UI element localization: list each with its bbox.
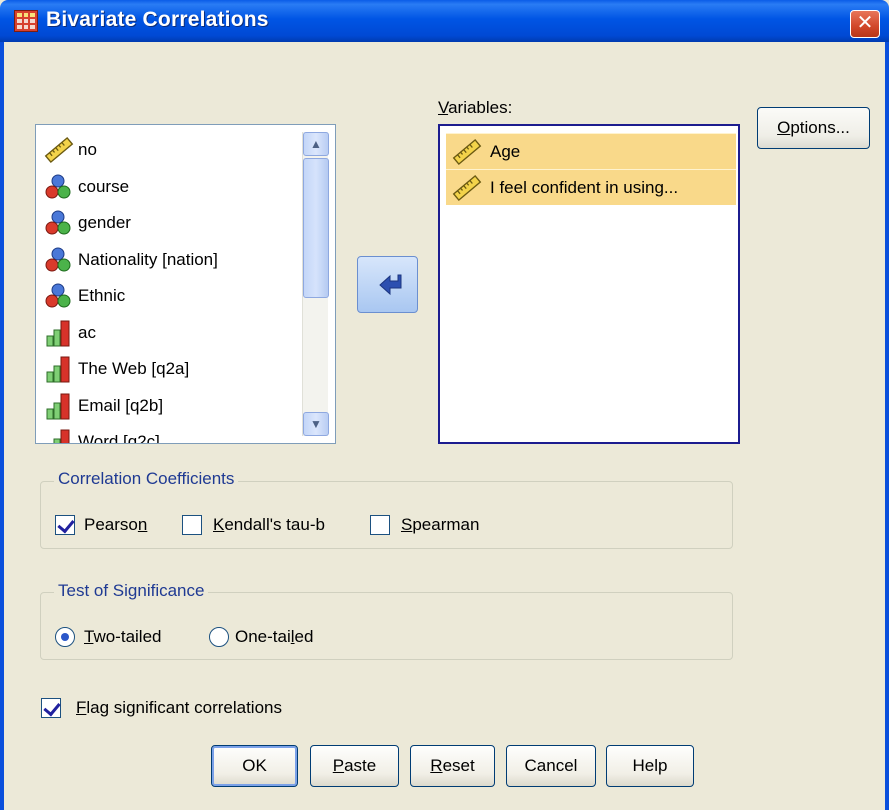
variables-list-item-label: Age — [490, 141, 521, 161]
help-button[interactable]: Help — [606, 745, 694, 787]
source-list-item[interactable]: ac — [44, 316, 302, 350]
cancel-button[interactable]: Cancel — [506, 745, 596, 787]
test-of-significance-title: Test of Significance — [54, 581, 209, 601]
variables-list-item[interactable]: Age — [446, 133, 736, 169]
source-list-item-label: The Web [q2a] — [78, 359, 190, 378]
source-list-item[interactable]: no — [44, 133, 302, 167]
scale-ruler-icon — [452, 174, 482, 202]
test-of-significance-group — [40, 592, 733, 660]
correlation-coefficients-title: Correlation Coefficients — [54, 469, 239, 489]
variables-label: Variables: — [438, 98, 513, 117]
two-tailed-label: Two-tailed — [84, 627, 162, 646]
nominal-balls-icon — [44, 282, 72, 310]
nominal-balls-icon — [44, 173, 72, 201]
pearson-checkbox[interactable] — [55, 515, 75, 535]
source-variable-list[interactable]: no course gender Nationality [nation] Ethnic… — [35, 124, 336, 444]
source-list-scrollbar[interactable]: ▲ ▼ — [302, 132, 329, 436]
flag-significant-checkbox[interactable] — [41, 698, 61, 718]
ordinal-bars-icon — [44, 319, 72, 347]
spss-grid-icon — [14, 10, 38, 32]
window-border-right — [885, 42, 889, 810]
source-list-item-label: course — [78, 176, 130, 196]
variables-list-item[interactable]: I feel confident in using... — [446, 169, 736, 205]
source-list-item-label: Word [q2c] — [78, 432, 160, 444]
options-button-label: Options... — [777, 118, 850, 137]
options-button[interactable]: Options... — [757, 107, 870, 149]
scroll-up-button[interactable]: ▲ — [303, 132, 329, 156]
scroll-down-button[interactable]: ▼ — [303, 412, 329, 436]
nominal-balls-icon — [44, 209, 72, 237]
ok-button-label: OK — [242, 756, 267, 775]
title-bar[interactable]: Bivariate Correlations ✕ — [0, 0, 889, 42]
reset-button[interactable]: Reset — [410, 745, 495, 787]
one-tailed-radio[interactable] — [209, 627, 229, 647]
paste-button[interactable]: Paste — [310, 745, 399, 787]
source-list-item[interactable]: Word [q2c] — [44, 425, 302, 444]
source-list-item-label: ac — [78, 322, 96, 342]
pearson-label: Pearson — [84, 515, 148, 534]
ok-button[interactable]: OK — [211, 745, 298, 787]
variables-list-item-label: I feel confident in using... — [490, 177, 679, 197]
close-icon: ✕ — [856, 12, 874, 34]
dialog-title: Bivariate Correlations — [46, 8, 269, 31]
source-list-item-label: gender — [78, 213, 131, 232]
move-arrow-icon — [379, 274, 402, 296]
scroll-thumb[interactable] — [303, 158, 329, 298]
ordinal-bars-icon — [44, 392, 72, 420]
scale-ruler-icon — [452, 138, 482, 166]
source-list-item-label: no — [78, 140, 97, 159]
source-list-item-label: Nationality [nation] — [78, 249, 218, 269]
paste-button-label: Paste — [332, 756, 377, 775]
source-list-item[interactable]: Nationality [nation] — [44, 243, 302, 277]
two-tailed-radio[interactable] — [55, 627, 75, 647]
variables-list[interactable]: Age I feel confident in using... — [438, 124, 740, 444]
source-list-item[interactable]: The Web [q2a] — [44, 352, 302, 386]
source-list-item[interactable]: course — [44, 170, 302, 204]
one-tailed-label: One-tailed — [235, 627, 314, 646]
spearman-label: Spearman — [401, 515, 480, 534]
close-button[interactable]: ✕ — [850, 10, 880, 38]
nominal-balls-icon — [44, 246, 72, 274]
kendall-label: Kendall's tau-b — [213, 515, 325, 534]
source-list-item-label: Email [q2b] — [78, 395, 164, 415]
help-button-label: Help — [632, 756, 668, 775]
window-border-left — [0, 42, 4, 810]
source-list-item[interactable]: gender — [44, 206, 302, 240]
ordinal-bars-icon — [44, 428, 72, 443]
ordinal-bars-icon — [44, 355, 72, 383]
source-list-item[interactable]: Email [q2b] — [44, 389, 302, 423]
source-list-item[interactable]: Ethnic — [44, 279, 302, 313]
kendall-checkbox[interactable] — [182, 515, 202, 535]
move-variable-button[interactable] — [357, 256, 418, 313]
dialog-window: Bivariate Correlations ✕ no course gender N… — [0, 0, 889, 810]
source-list-item-label: Ethnic — [78, 286, 126, 305]
scale-ruler-icon — [44, 136, 74, 164]
cancel-button-label: Cancel — [524, 756, 578, 775]
spearman-checkbox[interactable] — [370, 515, 390, 535]
flag-significant-label: Flag significant correlations — [76, 698, 282, 717]
reset-button-label: Reset — [430, 756, 475, 775]
